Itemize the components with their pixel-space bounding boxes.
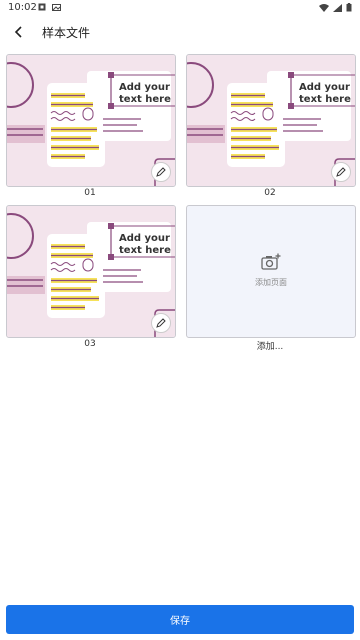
system-nav-bar bbox=[0, 636, 360, 640]
thumb-text-line2: text here bbox=[119, 94, 171, 105]
gallery-notification-icon bbox=[52, 3, 61, 14]
edit-page-button[interactable] bbox=[151, 313, 171, 333]
thumb-text-line2: text here bbox=[299, 94, 351, 105]
thumb-text-line2: text here bbox=[119, 245, 171, 256]
status-bar: 10:02 bbox=[0, 0, 360, 16]
page-thumbnail-2[interactable]: Add your text here bbox=[186, 54, 356, 187]
battery-icon bbox=[346, 3, 352, 15]
pencil-icon bbox=[156, 318, 166, 328]
back-button[interactable] bbox=[8, 21, 30, 43]
status-time: 10:02 bbox=[8, 2, 37, 13]
page-thumbnail-3[interactable]: Add your text here bbox=[6, 205, 176, 338]
wifi-icon bbox=[319, 3, 329, 15]
add-photo-icon bbox=[261, 253, 281, 275]
page-preview-graphic: Add your text here bbox=[187, 55, 355, 186]
arrow-back-icon bbox=[14, 23, 24, 42]
signal-icon bbox=[333, 3, 342, 15]
add-page-caption: 添加... bbox=[256, 342, 284, 352]
app-bar: 样本文件 bbox=[0, 16, 360, 48]
thumb-text-line1: Add your bbox=[119, 233, 170, 244]
pencil-icon bbox=[336, 167, 346, 177]
page-preview-graphic: Add your text here bbox=[7, 55, 175, 186]
notification-icon bbox=[38, 3, 46, 14]
add-page-card[interactable]: 添加页面 bbox=[186, 205, 356, 338]
page-caption: 02 bbox=[264, 188, 276, 198]
thumb-text-line1: Add your bbox=[119, 82, 170, 93]
page-title: 样本文件 bbox=[42, 26, 91, 40]
page-caption: 01 bbox=[84, 188, 96, 198]
page-thumbnail-1[interactable]: Add your text here bbox=[6, 54, 176, 187]
edit-page-button[interactable] bbox=[331, 162, 351, 182]
thumb-text-line1: Add your bbox=[299, 82, 350, 93]
edit-page-button[interactable] bbox=[151, 162, 171, 182]
pencil-icon bbox=[156, 167, 166, 177]
save-button[interactable]: 保存 bbox=[6, 605, 354, 634]
page-preview-graphic: Add your text here bbox=[7, 206, 175, 337]
page-caption: 03 bbox=[84, 339, 96, 349]
add-page-label: 添加页面 bbox=[255, 278, 287, 287]
